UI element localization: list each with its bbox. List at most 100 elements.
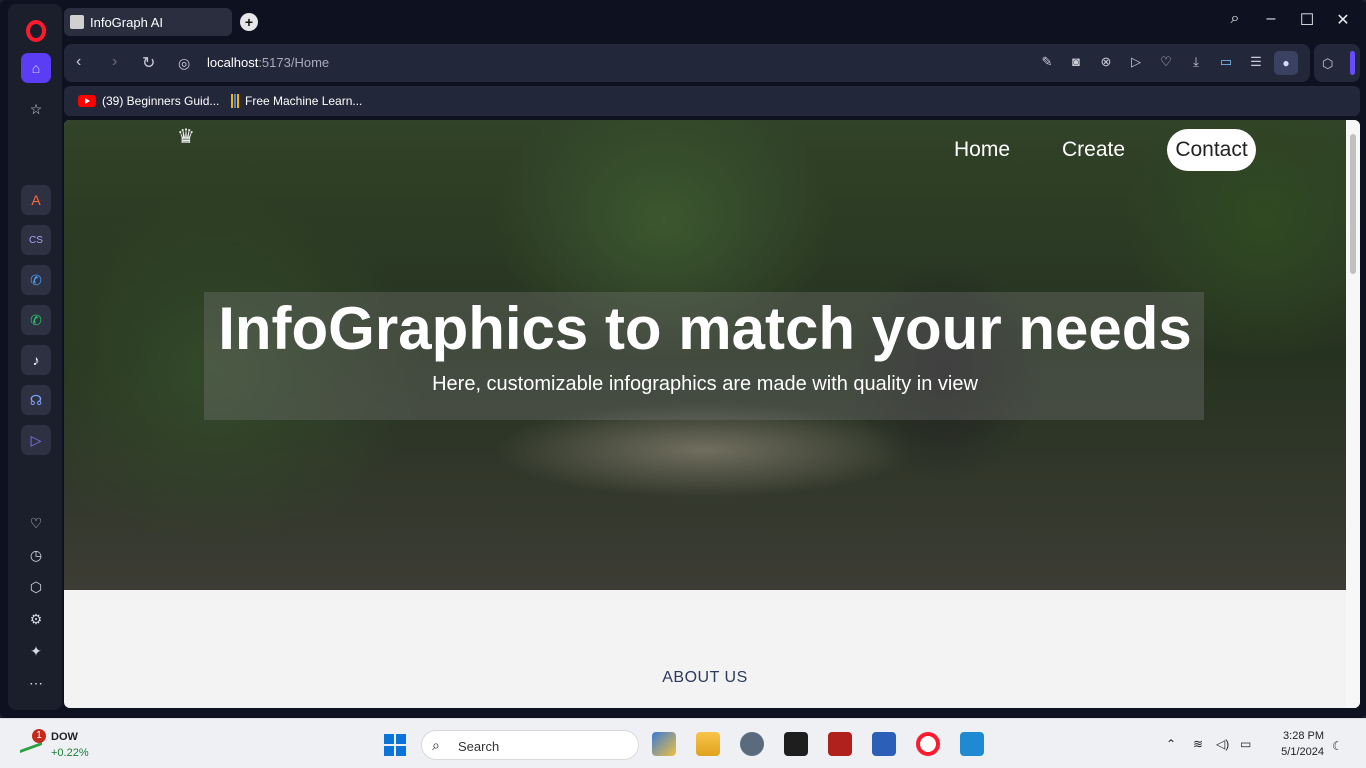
lightbulb-icon: ✦ <box>30 642 42 659</box>
hero-subtitle: Here, customizable infographics are made… <box>432 373 978 395</box>
whatsapp-button[interactable]: ✆ <box>21 305 51 335</box>
url-field[interactable]: localhost:5173/Home <box>207 55 329 70</box>
url-host: localhost <box>207 55 259 70</box>
close-icon[interactable]: ✕ <box>1331 10 1355 30</box>
tiktok-button[interactable]: ♪ <box>21 345 51 375</box>
aria-icon: A <box>31 192 41 208</box>
browser-search-icon[interactable]: ⌕ <box>1223 10 1247 28</box>
gear-icon: ⚙ <box>29 610 43 627</box>
bookmark-label: (39) Beginners Guid... <box>102 94 220 108</box>
cube-icon[interactable]: ⬡ <box>1322 56 1333 72</box>
wifi-icon[interactable]: ≋ <box>1193 737 1203 751</box>
bookmark-label: Free Machine Learn... <box>245 94 363 108</box>
minimize-icon[interactable]: – <box>1259 10 1283 28</box>
opera-taskbar-icon[interactable] <box>916 732 940 756</box>
taskbar-search[interactable]: ⌕ Search <box>421 730 639 760</box>
tab-favicon-icon <box>70 15 84 29</box>
nav-create-link[interactable]: Create <box>1062 138 1125 162</box>
word-icon[interactable] <box>872 732 896 756</box>
bible-app-icon[interactable] <box>828 732 852 756</box>
settings-button[interactable]: ⚙ <box>21 604 51 634</box>
browser-window: ⌂ ☆ A CS ✆ ✆ ♪ ☊ ▷ ♡ ◷ ⬡ ⚙ ✦ ⋯ InfoGraph… <box>0 0 1366 718</box>
user-icon: ● <box>1282 56 1290 70</box>
star-icon: ☆ <box>29 100 43 117</box>
cube-icon: ⬡ <box>29 578 43 595</box>
windows-taskbar: 1 DOW +0.22% ⌕ Search ⌃ ≋ ◁) ▭ 3:28 PM 5… <box>0 718 1366 768</box>
messenger-icon: ✆ <box>30 271 42 288</box>
url-path: :5173/Home <box>258 55 330 70</box>
camera-icon[interactable]: ◙ <box>1067 54 1085 72</box>
page-viewport: ♛ Home Create Contact InfoGraphics to ma… <box>64 120 1360 708</box>
cs-icon: CS <box>29 234 43 246</box>
profile-button[interactable]: ● <box>1274 51 1298 75</box>
messenger-button[interactable]: ✆ <box>21 265 51 295</box>
about-us-heading: ABOUT US <box>662 669 748 686</box>
vscode-icon[interactable] <box>960 732 984 756</box>
opera-menu-button[interactable] <box>21 16 51 46</box>
tiktok-icon: ♪ <box>32 352 40 368</box>
back-icon[interactable]: ‹ <box>76 53 81 71</box>
tab-title: InfoGraph AI <box>90 14 163 30</box>
terminal-icon[interactable] <box>784 732 808 756</box>
clock-icon: ◷ <box>29 546 43 563</box>
aria-ai-button[interactable]: A <box>21 185 51 215</box>
battery-icon[interactable]: ▭ <box>1240 737 1251 751</box>
easy-setup-icon[interactable]: ☰ <box>1247 54 1265 72</box>
infograph-logo-icon: ♛ <box>177 126 195 148</box>
home-button[interactable]: ⌂ <box>21 53 51 83</box>
hero-title: InfoGraphics to match your needs <box>218 295 1192 362</box>
app-cs-button[interactable]: CS <box>21 225 51 255</box>
bookmarks-bar: (39) Beginners Guid... Free Machine Lear… <box>64 86 1360 116</box>
download-icon[interactable]: ⤓ <box>1187 54 1205 72</box>
settings-app-icon[interactable] <box>740 732 764 756</box>
extensions-area: ⬡ <box>1314 44 1360 82</box>
sidebar-toggle-icon[interactable]: ▭ <box>1217 54 1235 72</box>
heart-icon: ♡ <box>29 514 43 531</box>
moon-icon[interactable]: ☾ <box>1332 739 1343 753</box>
whatsapp-icon: ✆ <box>30 311 42 328</box>
opera-sidebar: ⌂ ☆ A CS ✆ ✆ ♪ ☊ ▷ ♡ ◷ ⬡ ⚙ ✦ ⋯ <box>8 4 62 710</box>
home-icon: ⌂ <box>31 60 41 76</box>
chevron-up-icon[interactable]: ⌃ <box>1166 737 1176 751</box>
bars-icon <box>231 94 239 108</box>
music-player-button[interactable]: ☊ <box>21 385 51 415</box>
scrollbar-thumb[interactable] <box>1350 134 1356 274</box>
reload-icon[interactable]: ↻ <box>142 53 155 73</box>
edit-icon[interactable]: ✎ <box>1038 54 1056 72</box>
ticker-change: +0.22% <box>51 747 89 759</box>
pinboard-indicator[interactable] <box>1350 51 1355 75</box>
maximize-icon[interactable]: ☐ <box>1295 10 1319 30</box>
start-button[interactable] <box>384 734 406 756</box>
youtube-icon <box>78 95 96 107</box>
more-icon: ⋯ <box>29 674 43 691</box>
volume-icon[interactable]: ◁) <box>1216 737 1229 751</box>
notification-badge: 1 <box>32 729 46 743</box>
extensions-button[interactable]: ⬡ <box>21 572 51 602</box>
taskbar-app-pen-icon[interactable] <box>652 732 676 756</box>
bookmark-free-machine-learning[interactable]: Free Machine Learn... <box>231 94 362 108</box>
speed-dial-button[interactable]: ☆ <box>21 94 51 124</box>
clock-date[interactable]: 5/1/2024 <box>1274 746 1324 758</box>
clock-time[interactable]: 3:28 PM <box>1278 730 1324 742</box>
site-logo[interactable]: ♛ <box>166 126 206 170</box>
hero-section: ♛ Home Create Contact InfoGraphics to ma… <box>64 120 1346 590</box>
adblock-icon[interactable]: ⊗ <box>1097 54 1115 72</box>
tips-button[interactable]: ✦ <box>21 636 51 666</box>
flow-icon[interactable]: ▷ <box>1127 54 1145 72</box>
nav-contact-button[interactable]: Contact <box>1167 129 1256 171</box>
more-button[interactable]: ⋯ <box>21 668 51 698</box>
history-button[interactable]: ◷ <box>21 540 51 570</box>
forward-icon[interactable]: › <box>112 53 117 71</box>
file-explorer-icon[interactable] <box>696 732 720 756</box>
tab-infograph[interactable]: InfoGraph AI <box>64 8 232 36</box>
bookmark-beginners-guide[interactable]: (39) Beginners Guid... <box>78 94 219 108</box>
headphones-icon: ☊ <box>29 391 43 408</box>
play-icon: ▷ <box>30 431 42 448</box>
player-button[interactable]: ▷ <box>21 425 51 455</box>
nav-home-link[interactable]: Home <box>954 138 1010 162</box>
heart-icon[interactable]: ♡ <box>1157 54 1175 72</box>
new-tab-button[interactable]: + <box>240 13 258 31</box>
site-info-icon[interactable]: ◎ <box>178 55 190 72</box>
page-scrollbar[interactable] <box>1346 120 1360 708</box>
favorites-button[interactable]: ♡ <box>21 508 51 538</box>
